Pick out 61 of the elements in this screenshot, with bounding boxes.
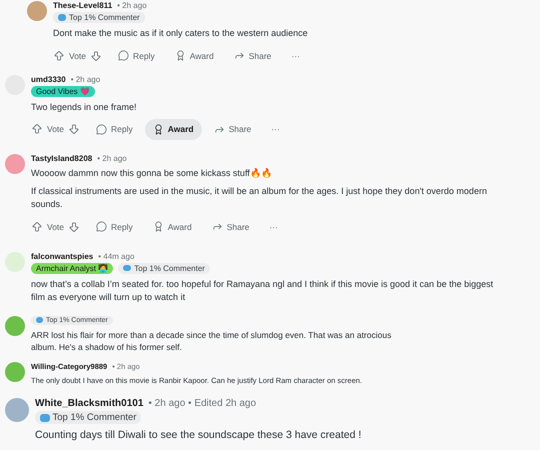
share-icon xyxy=(234,50,245,61)
downvote-icon[interactable] xyxy=(68,123,80,135)
timestamp: • 2h ago xyxy=(117,1,147,10)
comment-text: ARR lost his flair for more than a decade since the time of slumdog even. That was an atrocious album. He's a shadow of his former self. xyxy=(31,328,392,354)
award-button[interactable]: Award xyxy=(144,118,202,140)
timestamp: • 44m ago xyxy=(98,252,134,260)
more-button[interactable]: ··· xyxy=(261,216,286,236)
timestamp: • 2h ago • Edited 2h ago xyxy=(148,398,256,410)
vote-label: Vote xyxy=(47,222,64,232)
reply-button[interactable]: Reply xyxy=(88,118,141,140)
badge-icon xyxy=(58,14,66,21)
award-button[interactable]: Award xyxy=(166,45,222,66)
avatar[interactable] xyxy=(5,398,29,422)
badge-label: Armchair Analyst 🧑‍💻 xyxy=(36,264,108,272)
comment-text: Woooow dammn now this gonna be some kickass stuff🔥🔥 xyxy=(31,167,273,180)
reply-button[interactable]: Reply xyxy=(110,45,163,66)
share-icon xyxy=(212,221,223,232)
award-icon xyxy=(152,221,164,232)
username[interactable]: White_Blacksmith0101 xyxy=(35,398,144,410)
award-icon xyxy=(174,50,186,61)
comment-text: Counting days till Diwali to see the soundscape these 3 have created ! xyxy=(35,428,362,444)
share-button[interactable]: Share xyxy=(206,118,260,140)
speech-bubble-icon xyxy=(118,50,130,61)
vote-label: Vote xyxy=(69,50,86,60)
badge-icon xyxy=(36,317,43,323)
badge-icon xyxy=(40,414,50,422)
share-button[interactable]: Share xyxy=(204,216,258,237)
avatar[interactable] xyxy=(27,1,47,21)
vote-label: Vote xyxy=(47,124,64,134)
speech-bubble-icon xyxy=(96,124,108,134)
timestamp: • 2h ago xyxy=(70,74,100,84)
upvote-icon[interactable] xyxy=(31,220,43,232)
speech-bubble-icon xyxy=(96,221,108,232)
reply-button[interactable]: Reply xyxy=(88,216,141,237)
downvote-icon[interactable] xyxy=(90,50,102,62)
upvote-icon[interactable] xyxy=(31,123,43,135)
avatar[interactable] xyxy=(5,316,25,336)
username[interactable]: falconwantspies xyxy=(31,252,94,260)
comment-text: Dont make the music as if it only caters to the western audience xyxy=(53,27,309,40)
avatar[interactable] xyxy=(5,252,25,272)
badge-label: Good Vibes 💗 xyxy=(36,86,90,96)
badge-icon xyxy=(123,264,132,272)
award-icon xyxy=(152,124,164,134)
award-button[interactable]: Award xyxy=(144,216,200,237)
avatar[interactable] xyxy=(5,362,25,382)
badge-label: Top 1% Commenter xyxy=(69,13,140,22)
comment-text: Two legends in one frame! xyxy=(31,100,138,114)
comment-text: now that’s a collab I’m seated for. too hopeful for Ramayana ngl and I think if this movie is good it can be the biggest film as everyone will turn up to watch it xyxy=(31,278,494,304)
downvote-icon[interactable] xyxy=(68,220,80,232)
avatar[interactable] xyxy=(5,154,25,174)
share-button[interactable]: Share xyxy=(226,45,280,66)
upvote-icon[interactable] xyxy=(53,50,65,62)
timestamp: • 2h ago xyxy=(97,154,127,163)
more-button[interactable]: ··· xyxy=(263,119,288,139)
comment-text: If classical instruments are used in the music, it will be an album for the ages. I just hope they don't overdo modern sounds. xyxy=(31,184,488,211)
username[interactable]: TastyIsland8208 xyxy=(31,154,92,163)
more-button[interactable]: ··· xyxy=(283,46,308,66)
badge-label: Top 1% Commenter xyxy=(134,264,205,272)
badge-label: Top 1% Commenter xyxy=(52,412,136,424)
username[interactable]: umd3330 xyxy=(31,74,66,84)
username[interactable]: These-Level811 xyxy=(53,1,112,10)
